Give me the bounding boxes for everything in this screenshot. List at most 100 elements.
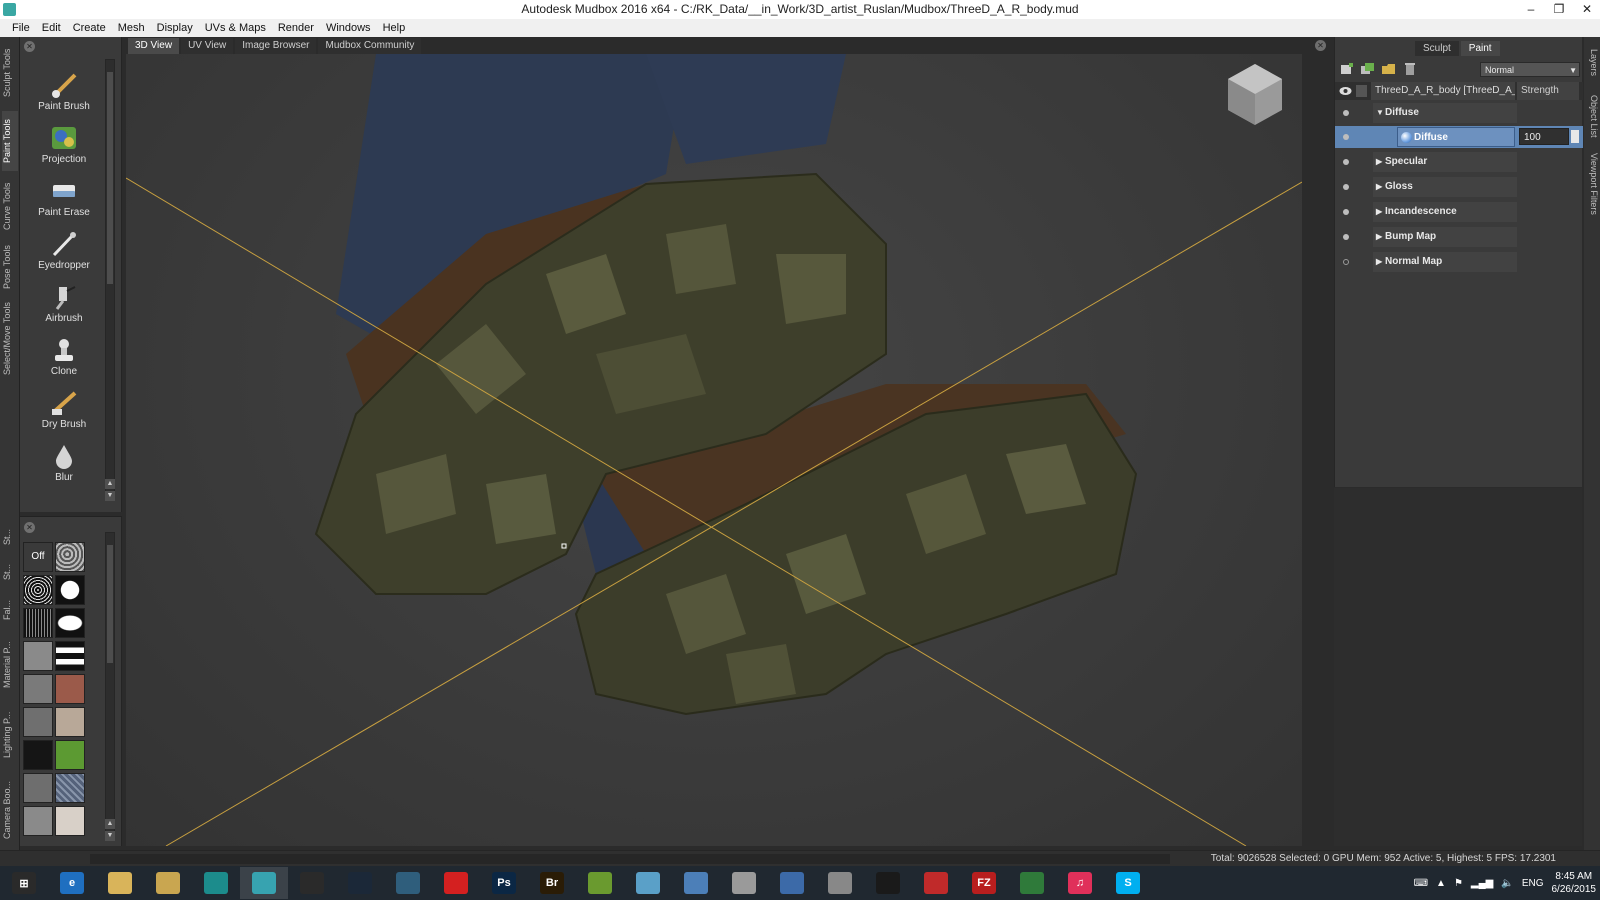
layer-row-diffuse-selected[interactable]: Diffuse 100: [1335, 126, 1583, 148]
tab-object-list[interactable]: Object List: [1585, 91, 1599, 141]
tool-eyedropper[interactable]: Eyedropper: [24, 226, 104, 278]
tab-viewport-filters[interactable]: Viewport Filters: [1585, 149, 1599, 219]
visibility-dot-icon[interactable]: [1343, 259, 1349, 265]
menu-help[interactable]: Help: [377, 19, 412, 37]
close-icon[interactable]: ✕: [1315, 40, 1326, 51]
taskbar-app[interactable]: [768, 867, 816, 899]
duplicate-layer-icon[interactable]: [1360, 62, 1376, 76]
stamp-thumbnail[interactable]: [55, 542, 85, 572]
tool-blur[interactable]: Blur: [24, 438, 104, 490]
stamp-thumbnail[interactable]: [55, 608, 85, 638]
tab-stencil[interactable]: St...: [2, 557, 18, 587]
tool-clone[interactable]: Clone: [24, 332, 104, 384]
visibility-dot-icon[interactable]: [1343, 159, 1349, 165]
taskbar-app[interactable]: Ps: [480, 867, 528, 899]
spinner-handle[interactable]: [1571, 130, 1579, 143]
visibility-dot-icon[interactable]: [1343, 234, 1349, 240]
tab-stamp[interactable]: St...: [2, 522, 18, 552]
tab-falloff[interactable]: Fal...: [2, 592, 18, 627]
taskbar-app[interactable]: [1008, 867, 1056, 899]
3d-viewport[interactable]: [126, 54, 1302, 846]
taskbar-app[interactable]: [384, 867, 432, 899]
tools-scrollbar[interactable]: [105, 59, 115, 499]
scroll-up-arrow-icon[interactable]: ▲: [105, 819, 115, 829]
taskbar-app[interactable]: S: [1104, 867, 1152, 899]
channel-row-bump-map[interactable]: ▶ Bump Map: [1335, 226, 1583, 248]
taskbar-app[interactable]: [240, 867, 288, 899]
tab-layers[interactable]: Layers: [1585, 43, 1599, 83]
view-cube-icon[interactable]: [1224, 62, 1286, 128]
taskbar-app[interactable]: [288, 867, 336, 899]
tab-3d-view[interactable]: 3D View: [128, 38, 180, 54]
stamp-thumbnail[interactable]: [23, 641, 53, 671]
menu-display[interactable]: Display: [151, 19, 199, 37]
volume-icon[interactable]: 🔈: [1501, 878, 1513, 889]
taskbar-app[interactable]: [432, 867, 480, 899]
tab-uv-view[interactable]: UV View: [181, 38, 234, 54]
tab-sculpt-tools[interactable]: Sculpt Tools: [2, 43, 18, 103]
minimize-button[interactable]: –: [1524, 0, 1538, 19]
tab-sculpt[interactable]: Sculpt: [1415, 41, 1459, 56]
new-layer-icon[interactable]: [1339, 62, 1355, 76]
tab-paint[interactable]: Paint: [1460, 41, 1500, 56]
blend-mode-select[interactable]: Normal ▼: [1480, 62, 1580, 77]
menu-create[interactable]: Create: [67, 19, 112, 37]
stamp-scrollbar[interactable]: [105, 532, 115, 832]
folder-icon[interactable]: [1381, 62, 1397, 76]
language-indicator[interactable]: ENG: [1522, 878, 1544, 889]
flag-icon[interactable]: ⚑: [1454, 878, 1463, 889]
menu-windows[interactable]: Windows: [320, 19, 377, 37]
taskbar-app[interactable]: ♫: [1056, 867, 1104, 899]
taskbar-app[interactable]: [912, 867, 960, 899]
stamp-thumbnail[interactable]: [55, 674, 85, 704]
scroll-up-arrow-icon[interactable]: ▲: [105, 479, 115, 489]
taskbar-app[interactable]: [192, 867, 240, 899]
stamp-thumbnail[interactable]: [23, 608, 53, 638]
tab-material-presets[interactable]: Material P...: [2, 632, 18, 697]
taskbar-app[interactable]: e: [48, 867, 96, 899]
taskbar-app[interactable]: [720, 867, 768, 899]
taskbar-app[interactable]: [624, 867, 672, 899]
scrollbar-thumb[interactable]: [107, 545, 113, 663]
taskbar-app[interactable]: [144, 867, 192, 899]
stamp-thumbnail[interactable]: [55, 641, 85, 671]
stamp-thumbnail[interactable]: [23, 806, 53, 836]
tab-paint-tools[interactable]: Paint Tools: [2, 111, 18, 171]
tab-mudbox-community[interactable]: Mudbox Community: [318, 38, 422, 54]
menu-render[interactable]: Render: [272, 19, 320, 37]
channel-row-incandescence[interactable]: ▶ Incandescence: [1335, 201, 1583, 223]
taskbar-app[interactable]: ⊞: [0, 867, 48, 899]
taskbar-app[interactable]: [672, 867, 720, 899]
taskbar-app[interactable]: Br: [528, 867, 576, 899]
visibility-dot-icon[interactable]: [1343, 184, 1349, 190]
tool-paint-brush[interactable]: Paint Brush: [24, 67, 104, 119]
keyboard-icon[interactable]: ⌨: [1414, 878, 1428, 889]
strength-input[interactable]: 100: [1519, 128, 1569, 145]
taskbar-app[interactable]: FZ: [960, 867, 1008, 899]
tab-curve-tools[interactable]: Curve Tools: [2, 179, 18, 234]
channel-row-specular[interactable]: ▶ Specular: [1335, 151, 1583, 173]
taskbar-app[interactable]: [576, 867, 624, 899]
eye-icon[interactable]: [1339, 85, 1352, 97]
taskbar-app[interactable]: [96, 867, 144, 899]
tool-dry-brush[interactable]: Dry Brush: [24, 385, 104, 437]
taskbar-app[interactable]: [816, 867, 864, 899]
tab-select-move-tools[interactable]: Select/Move Tools: [2, 299, 18, 379]
stamp-thumbnail[interactable]: [23, 575, 53, 605]
stamp-off[interactable]: Off: [23, 542, 53, 572]
taskbar-app[interactable]: [864, 867, 912, 899]
stamp-thumbnail[interactable]: [23, 674, 53, 704]
layer-header-row[interactable]: ThreeD_A_R_body [ThreeD_A_R... Strength: [1335, 82, 1583, 100]
scroll-down-arrow-icon[interactable]: ▼: [105, 491, 115, 501]
menu-edit[interactable]: Edit: [36, 19, 67, 37]
tool-airbrush[interactable]: Airbrush: [24, 279, 104, 331]
stamp-thumbnail[interactable]: [55, 575, 85, 605]
close-button[interactable]: ✕: [1580, 0, 1594, 19]
tool-projection[interactable]: Projection: [24, 120, 104, 172]
taskbar-app[interactable]: [336, 867, 384, 899]
lock-icon[interactable]: [1356, 85, 1367, 97]
clock[interactable]: 8:45 AM 6/26/2015: [1552, 870, 1597, 896]
network-icon[interactable]: ▂▄▆: [1471, 878, 1493, 889]
stamp-thumbnail[interactable]: [55, 707, 85, 737]
tool-paint-erase[interactable]: Paint Erase: [24, 173, 104, 225]
